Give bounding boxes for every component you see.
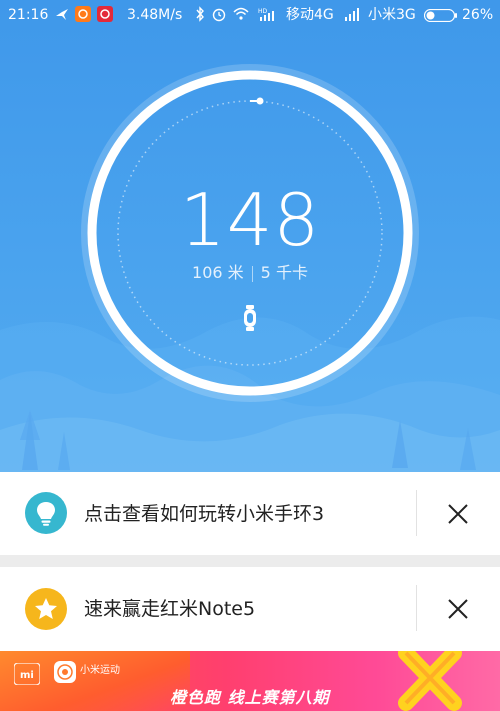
ad-banner[interactable]: mi 小米运动 橙色跑 线上赛第八期 [0,651,500,711]
brand-name: 小米运动 [80,665,120,676]
lightbulb-badge [25,492,67,534]
banner-slogan: 橙色跑 线上赛第八期 [170,688,330,707]
signal-strength-icon [345,8,359,21]
lightbulb-icon [37,502,55,526]
star-icon [35,598,57,619]
bird-notification-icon [56,9,68,20]
card-divider [416,585,417,631]
wifi-icon [233,7,249,20]
battery-level: 26% [462,7,494,23]
close-icon[interactable] [446,502,470,526]
tip-card-band-guide[interactable]: 点击查看如何玩转小米手环3 [0,472,500,555]
carrier-secondary: 小米3G [368,7,416,23]
close-icon[interactable] [446,597,470,621]
svg-text:HD: HD [258,8,268,15]
bluetooth-icon [196,6,204,22]
network-speed: 3.48M/s [127,7,183,23]
carrier-primary: 移动4G [286,7,334,23]
alarm-icon [212,8,226,22]
calorie-value: 5 千卡 [260,263,308,282]
status-bar: 21:16 3.48M/s HD 移动4G 小米3G 26% [0,0,500,30]
activity-substats: 106 米 5 千卡 [150,262,350,284]
step-count[interactable]: 148 [150,178,350,262]
status-time: 21:16 [8,7,49,23]
tip-card-text[interactable]: 点击查看如何玩转小米手环3 [84,501,324,527]
svg-text:mi: mi [20,670,34,681]
hd-signal-icon: HD [258,8,274,21]
activity-hero: 21:16 3.48M/s HD 移动4G 小米3G 26% 148 106 米… [0,0,500,472]
distance-value: 106 米 [192,263,244,282]
card-divider [416,490,417,536]
promo-card-redmi[interactable]: 速来赢走红米Note5 [0,567,500,651]
app-notification-icon [97,6,113,22]
band-icon [244,305,256,331]
star-badge [25,588,67,630]
battery-icon [424,9,457,22]
stat-divider [251,265,253,282]
promo-card-text[interactable]: 速来赢走红米Note5 [84,596,255,622]
decorative-x-icon [398,651,462,711]
mi-logo-icon: mi [14,663,40,685]
xiaomi-sport-logo-icon [54,661,76,683]
taobao-notification-icon [75,6,91,22]
